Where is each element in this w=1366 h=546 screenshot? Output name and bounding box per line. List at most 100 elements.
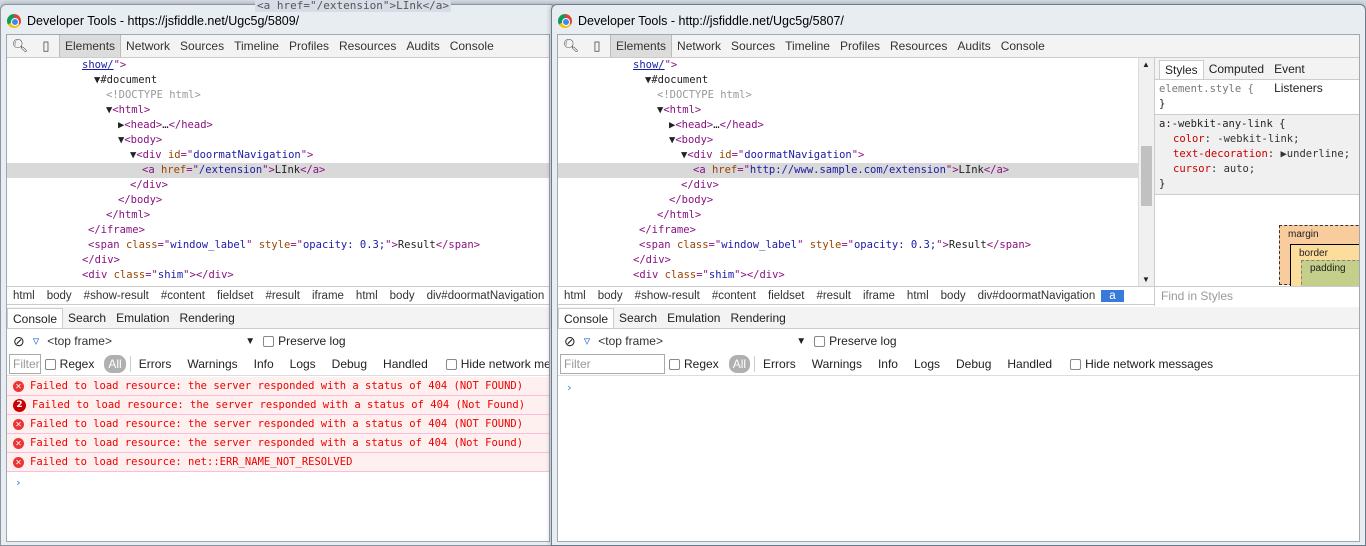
frame-select[interactable]: <top frame> <box>47 334 237 348</box>
level-all[interactable]: All <box>104 355 126 373</box>
level-handled[interactable]: Handled <box>375 357 436 371</box>
dom-node[interactable]: ▼#document <box>558 73 1138 88</box>
level-debug[interactable]: Debug <box>948 357 999 371</box>
tab-audits[interactable]: Audits <box>952 35 995 57</box>
dom-node[interactable]: ▼<html> <box>7 103 549 118</box>
breadcrumb-item[interactable]: html <box>7 290 41 302</box>
preserve-log-checkbox[interactable]: Preserve log <box>814 334 897 348</box>
filter-input[interactable]: Filter <box>560 354 665 374</box>
dom-node[interactable]: </div> <box>7 178 549 193</box>
frame-dropdown-icon[interactable]: ▼ <box>245 336 255 347</box>
breadcrumb-item[interactable]: #result <box>259 290 306 302</box>
find-in-styles-input[interactable]: Find in Styles <box>1154 286 1359 305</box>
dom-node[interactable]: </div> <box>558 178 1138 193</box>
window-title-bar[interactable]: Developer Tools - http://jsfiddle.net/Ug… <box>558 11 844 31</box>
dom-node[interactable]: </iframe> <box>7 223 549 238</box>
styles-tab-styles[interactable]: Styles <box>1159 60 1204 79</box>
breadcrumb-item[interactable]: a <box>1101 289 1124 302</box>
dom-node[interactable]: ▼<html> <box>558 103 1138 118</box>
tab-console[interactable]: Console <box>996 35 1050 57</box>
tab-resources[interactable]: Resources <box>885 35 952 57</box>
dom-node[interactable]: <span class="window_label" style="opacit… <box>558 238 1138 253</box>
dom-node[interactable]: </body> <box>558 193 1138 208</box>
preserve-log-checkbox[interactable]: Preserve log <box>263 334 346 348</box>
level-debug[interactable]: Debug <box>324 357 375 371</box>
dom-node[interactable]: <div class="shim"></div> <box>7 268 549 283</box>
dom-node[interactable]: <span class="window_label" style="opacit… <box>7 238 549 253</box>
breadcrumb-item[interactable]: body <box>592 290 629 302</box>
device-mode-icon[interactable]: ▯ <box>33 38 59 54</box>
elements-tree[interactable]: show/"> ▼#document <!DOCTYPE html> ▼<html> ▶… <box>558 58 1138 286</box>
console-prompt[interactable]: › <box>558 381 1359 394</box>
tab-sources[interactable]: Sources <box>175 35 229 57</box>
styles-tab-event-listeners[interactable]: Event Listeners <box>1269 60 1359 95</box>
dom-node[interactable]: <!DOCTYPE html> <box>558 88 1138 103</box>
console-error-message[interactable]: ✕ Failed to load resource: the server res… <box>7 415 549 434</box>
breadcrumb-item[interactable]: iframe <box>306 290 350 302</box>
dom-node[interactable]: ▶<head>…</head> <box>558 118 1138 133</box>
tab-elements[interactable]: Elements <box>610 35 673 57</box>
frame-dropdown-icon[interactable]: ▼ <box>796 336 806 347</box>
regex-checkbox[interactable]: Regex <box>44 357 94 371</box>
breadcrumb-item[interactable]: fieldset <box>211 290 259 302</box>
hide-network-checkbox[interactable]: Hide network messages <box>445 357 549 371</box>
dom-node[interactable]: show/"> <box>558 58 1138 73</box>
level-warnings[interactable]: Warnings <box>804 357 870 371</box>
tab-profiles[interactable]: Profiles <box>284 35 334 57</box>
breadcrumb-item[interactable]: #show-result <box>78 290 155 302</box>
filter-icon[interactable]: ▿ <box>33 333 40 349</box>
dom-node[interactable]: </html> <box>558 208 1138 223</box>
level-handled[interactable]: Handled <box>999 357 1060 371</box>
dom-node[interactable]: <a href="/extension">LInk</a> <box>7 163 549 178</box>
breadcrumb-item[interactable]: html <box>350 290 384 302</box>
tab-audits[interactable]: Audits <box>401 35 444 57</box>
filter-input[interactable]: Filter <box>9 354 41 374</box>
level-logs[interactable]: Logs <box>906 357 948 371</box>
level-logs[interactable]: Logs <box>282 357 324 371</box>
dom-node[interactable]: <!DOCTYPE html> <box>7 88 549 103</box>
console-error-message[interactable]: ✕ Failed to load resource: the server res… <box>7 377 549 396</box>
breadcrumb-item[interactable]: iframe <box>857 290 901 302</box>
console-prompt[interactable]: › <box>7 476 549 489</box>
level-errors[interactable]: Errors <box>755 357 804 371</box>
breadcrumb-item[interactable]: body <box>384 290 421 302</box>
breadcrumb-item[interactable]: body <box>935 290 972 302</box>
tab-console[interactable]: Console <box>445 35 499 57</box>
tab-network[interactable]: Network <box>672 35 726 57</box>
tab-timeline[interactable]: Timeline <box>780 35 835 57</box>
breadcrumb-item[interactable]: fieldset <box>762 290 810 302</box>
breadcrumb-item[interactable]: #content <box>706 290 762 302</box>
level-warnings[interactable]: Warnings <box>179 357 245 371</box>
frame-select[interactable]: <top frame> <box>598 334 788 348</box>
regex-checkbox[interactable]: Regex <box>669 357 719 371</box>
breadcrumb-item[interactable]: #content <box>155 290 211 302</box>
window-title-bar[interactable]: Developer Tools - https://jsfiddle.net/U… <box>7 11 299 31</box>
dom-node[interactable]: </div> <box>558 253 1138 268</box>
console-error-message[interactable]: 2 Failed to load resource: the server res… <box>7 396 549 415</box>
console-error-message[interactable]: ✕ Failed to load resource: net::ERR_NAME_… <box>7 453 549 472</box>
dom-node[interactable]: </iframe> <box>558 223 1138 238</box>
filter-icon[interactable]: ▿ <box>584 333 591 349</box>
tab-network[interactable]: Network <box>121 35 175 57</box>
dom-node[interactable]: </div> <box>7 253 549 268</box>
dom-node[interactable]: ▼<div id="doormatNavigation"> <box>558 148 1138 163</box>
breadcrumb-item[interactable]: html <box>558 290 592 302</box>
device-mode-icon[interactable]: ▯ <box>584 38 610 54</box>
tab-resources[interactable]: Resources <box>334 35 401 57</box>
breadcrumb-item[interactable]: html <box>901 290 935 302</box>
dom-node[interactable]: ▼#document <box>7 73 549 88</box>
dom-node[interactable]: <a href="http://www.sample.com/extension… <box>558 163 1138 178</box>
drawer-tab-emulation[interactable]: Emulation <box>111 308 174 328</box>
hide-network-checkbox[interactable]: Hide network messages <box>1070 357 1213 371</box>
clear-console-icon[interactable]: ⊘ <box>13 333 25 350</box>
level-all[interactable]: All <box>728 355 751 373</box>
breadcrumb-item[interactable]: div#doormatNavigation <box>421 290 549 302</box>
tab-sources[interactable]: Sources <box>726 35 780 57</box>
breadcrumb-item[interactable]: #show-result <box>629 290 706 302</box>
drawer-tab-search[interactable]: Search <box>63 308 111 328</box>
breadcrumb-item[interactable]: div#doormatNavigation <box>972 290 1102 302</box>
drawer-tab-emulation[interactable]: Emulation <box>662 308 725 328</box>
elements-tree[interactable]: show/"> ▼#document <!DOCTYPE html> ▼<html> ▶… <box>7 58 549 286</box>
level-info[interactable]: Info <box>246 357 282 371</box>
level-info[interactable]: Info <box>870 357 906 371</box>
